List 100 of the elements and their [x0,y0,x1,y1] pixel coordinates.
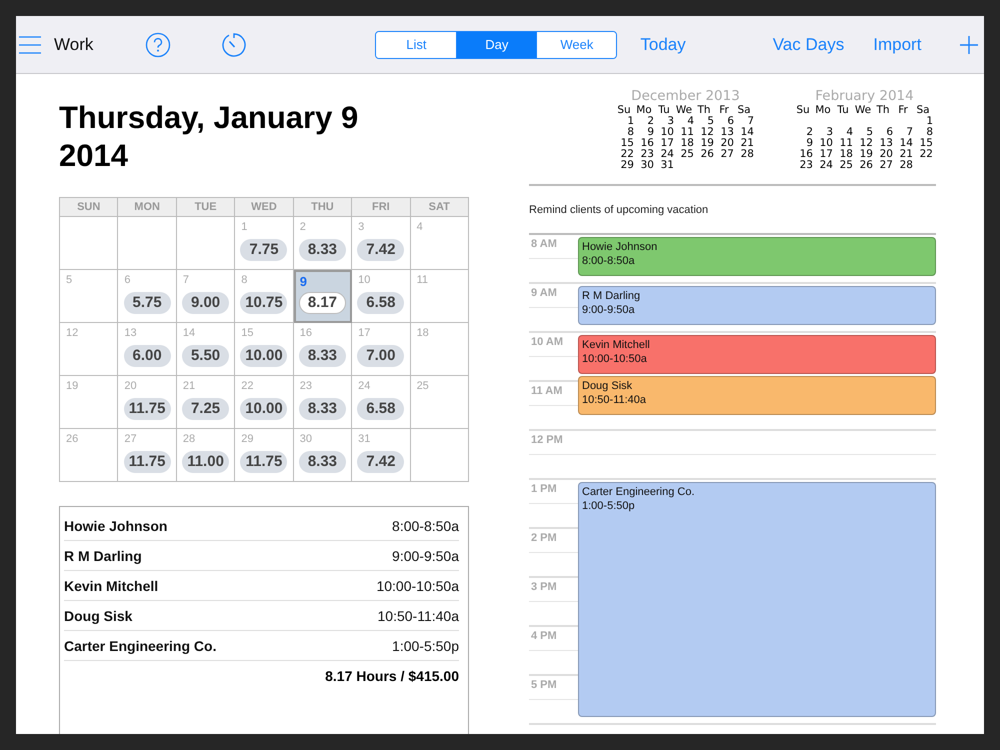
day-cell[interactable]: 13 6.00 [118,323,177,376]
date-number[interactable]: 25 [674,149,694,160]
day-cell[interactable]: 29 11.75 [235,429,294,482]
day-cell[interactable]: 27 11.75 [118,429,177,482]
date-number[interactable]: 24 [813,160,833,171]
event-name: Howie Johnson [582,240,658,254]
day-cell[interactable]: 22 10.00 [235,376,294,429]
date-number[interactable]: 5 [694,116,714,127]
help-icon[interactable] [145,32,172,58]
date-number[interactable]: 16 [634,138,654,149]
date-number[interactable]: 19 [694,138,714,149]
date-number[interactable]: 4 [833,127,853,138]
day-cell[interactable]: 1 7.75 [235,217,294,270]
date-number[interactable]: 24 [654,149,674,160]
date-number[interactable]: 23 [793,160,813,171]
date-number[interactable]: 6 [714,116,734,127]
date-number[interactable]: 26 [853,160,873,171]
date-number[interactable]: 22 [913,149,933,160]
day-title: Thursday, January 9 2014 [59,99,360,175]
date-number[interactable]: 15 [614,138,634,149]
day-cell[interactable]: 10 6.58 [352,270,411,323]
date-number[interactable]: 9 [634,127,654,138]
day-cell[interactable]: 14 5.50 [176,323,236,376]
date-number[interactable]: 28 [734,149,754,160]
day-cell[interactable]: 2 8.33 [294,217,352,270]
date-number[interactable]: 10 [654,127,674,138]
day-cell[interactable]: 31 7.42 [352,429,411,482]
date-number[interactable]: 3 [654,116,674,127]
day-cell[interactable]: 8 10.75 [235,270,294,323]
date-number[interactable]: 14 [893,138,913,149]
date-number[interactable]: 28 [893,160,913,171]
date-number[interactable]: 23 [634,149,654,160]
hours-badge: 7.25 [182,398,230,420]
date-number[interactable]: 16 [793,149,813,160]
date-number[interactable]: 31 [654,160,674,171]
date-number[interactable]: 29 [614,160,634,171]
date-number[interactable]: 7 [893,127,913,138]
date-number[interactable]: 11 [833,138,853,149]
event-block[interactable]: R M Darling 9:00-9:50a [578,286,936,325]
hours-badge: 8.33 [298,239,346,261]
date-number[interactable]: 21 [734,138,754,149]
date-number[interactable]: 1 [913,116,933,127]
day-cell[interactable]: 28 11.00 [176,429,236,482]
day-number: 4 [416,221,423,235]
event-block[interactable]: Howie Johnson 8:00-8:50a [578,237,936,276]
date-number[interactable]: 18 [833,149,853,160]
date-number[interactable]: 15 [913,138,933,149]
day-cell[interactable]: 23 8.33 [294,376,352,429]
event-block[interactable]: Carter Engineering Co. 1:00-5:50p [578,482,936,717]
day-cell[interactable]: 9 8.17 [294,270,352,323]
date-number[interactable]: 12 [694,127,714,138]
day-cell[interactable]: 17 7.00 [352,323,411,376]
date-number[interactable]: 21 [893,149,913,160]
date-number[interactable]: 13 [714,127,734,138]
date-number[interactable]: 25 [833,160,853,171]
date-number[interactable]: 27 [873,160,893,171]
date-number[interactable]: 12 [853,138,873,149]
date-number[interactable]: 20 [873,149,893,160]
event-block[interactable]: Kevin Mitchell 10:00-10:50a [578,335,936,374]
date-number[interactable]: 19 [853,149,873,160]
date-number[interactable]: 26 [694,149,714,160]
date-number[interactable]: 1 [614,116,634,127]
hour-label: 9 AM [531,287,557,299]
date-number[interactable]: 2 [793,127,813,138]
date-number[interactable]: 10 [813,138,833,149]
view-segment[interactable]: List [376,32,456,58]
date-number[interactable]: 14 [734,127,754,138]
day-cell[interactable]: 20 11.75 [118,376,177,429]
date-number[interactable]: 17 [813,149,833,160]
view-segment[interactable]: Week [536,32,616,58]
day-cell[interactable]: 15 10.00 [235,323,294,376]
day-cell[interactable]: 24 6.58 [352,376,411,429]
add-icon[interactable] [959,34,980,54]
date-number[interactable]: 6 [873,127,893,138]
date-number[interactable]: 8 [913,127,933,138]
day-number: 10 [358,274,370,288]
date-number[interactable]: 11 [674,127,694,138]
timer-icon[interactable] [221,30,248,58]
date-number[interactable]: 30 [634,160,654,171]
date-number[interactable]: 13 [873,138,893,149]
date-number[interactable]: 17 [654,138,674,149]
date-number[interactable]: 2 [634,116,654,127]
date-number[interactable]: 5 [853,127,873,138]
date-number[interactable]: 4 [674,116,694,127]
date-number[interactable]: 18 [674,138,694,149]
day-cell[interactable]: 16 8.33 [294,323,352,376]
date-number[interactable]: 20 [714,138,734,149]
event-block[interactable]: Doug Sisk 10:50-11:40a [578,376,936,415]
day-cell[interactable]: 21 7.25 [176,376,236,429]
date-number[interactable]: 9 [793,138,813,149]
date-number[interactable]: 8 [614,127,634,138]
view-segment[interactable]: Day [456,32,536,58]
day-cell[interactable]: 30 8.33 [294,429,352,482]
date-number[interactable]: 22 [614,149,634,160]
date-number[interactable]: 7 [734,116,754,127]
day-cell[interactable]: 6 5.75 [118,270,177,323]
date-number[interactable]: 3 [813,127,833,138]
day-cell[interactable]: 7 9.00 [176,270,236,323]
day-cell[interactable]: 3 7.42 [352,217,411,270]
date-number[interactable]: 27 [714,149,734,160]
